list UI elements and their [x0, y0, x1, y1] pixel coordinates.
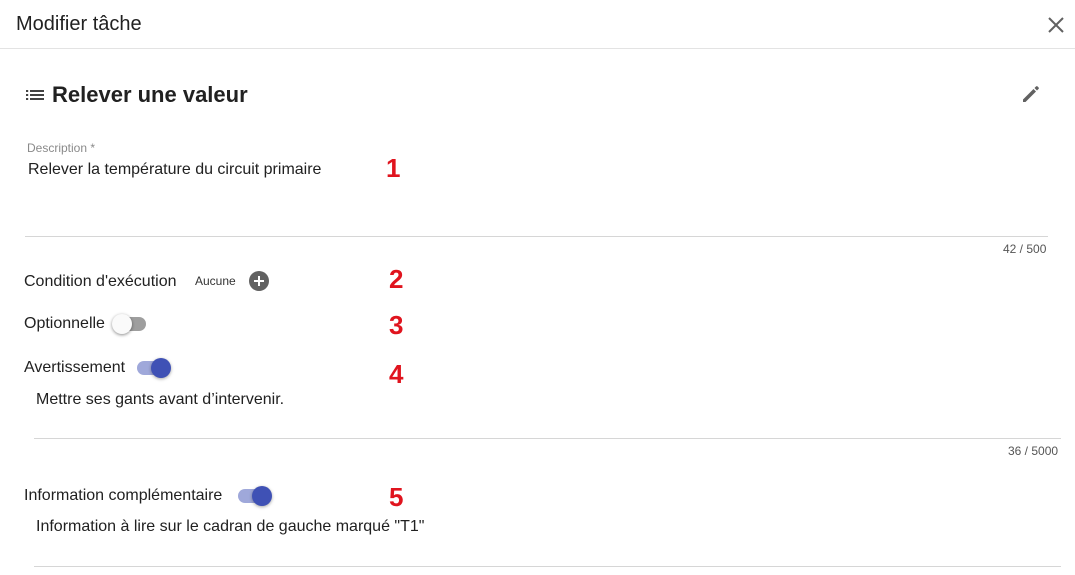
optional-toggle[interactable]	[112, 314, 148, 334]
condition-label: Condition d'exécution	[24, 273, 177, 290]
task-header: Relever une valeur	[26, 80, 248, 110]
task-title: Relever une valeur	[52, 82, 248, 107]
add-condition-button[interactable]	[249, 271, 269, 291]
description-underline	[25, 236, 1048, 237]
annotation-marker-4: 4	[389, 359, 404, 389]
annotation-marker-5: 5	[389, 482, 404, 512]
warning-toggle[interactable]	[135, 358, 171, 378]
edit-title-button[interactable]	[1019, 82, 1043, 106]
list-icon	[26, 90, 44, 100]
condition-value: Aucune	[195, 274, 236, 288]
close-icon	[1048, 17, 1064, 33]
description-label: Description *	[27, 141, 96, 155]
additional-info-label: Information complémentaire	[24, 487, 223, 504]
annotation-marker-2: 2	[389, 264, 404, 294]
warning-underline	[34, 438, 1061, 439]
annotation-marker-3: 3	[389, 310, 404, 340]
pencil-icon	[1023, 86, 1039, 102]
warning-label: Avertissement	[24, 359, 126, 376]
additional-info-underline	[34, 566, 1061, 567]
additional-info-text-field[interactable]: Information à lire sur le cadran de gauc…	[36, 518, 424, 536]
additional-info-toggle[interactable]	[236, 486, 272, 506]
annotation-marker-1: 1	[386, 153, 401, 183]
warning-counter: 36 / 5000	[1008, 444, 1059, 458]
dialog-header: Modifier tâche	[0, 0, 1075, 49]
description-field[interactable]: Relever la température du circuit primai…	[28, 161, 321, 179]
edit-task-dialog: Modifier tâche Relever une valeur Descri…	[0, 0, 1075, 575]
dialog-title: Modifier tâche	[16, 13, 142, 35]
close-button[interactable]	[1044, 13, 1068, 37]
description-counter: 42 / 500	[1003, 242, 1047, 256]
optional-label: Optionnelle	[24, 315, 105, 332]
warning-text-field[interactable]: Mettre ses gants avant d’intervenir.	[36, 391, 284, 409]
